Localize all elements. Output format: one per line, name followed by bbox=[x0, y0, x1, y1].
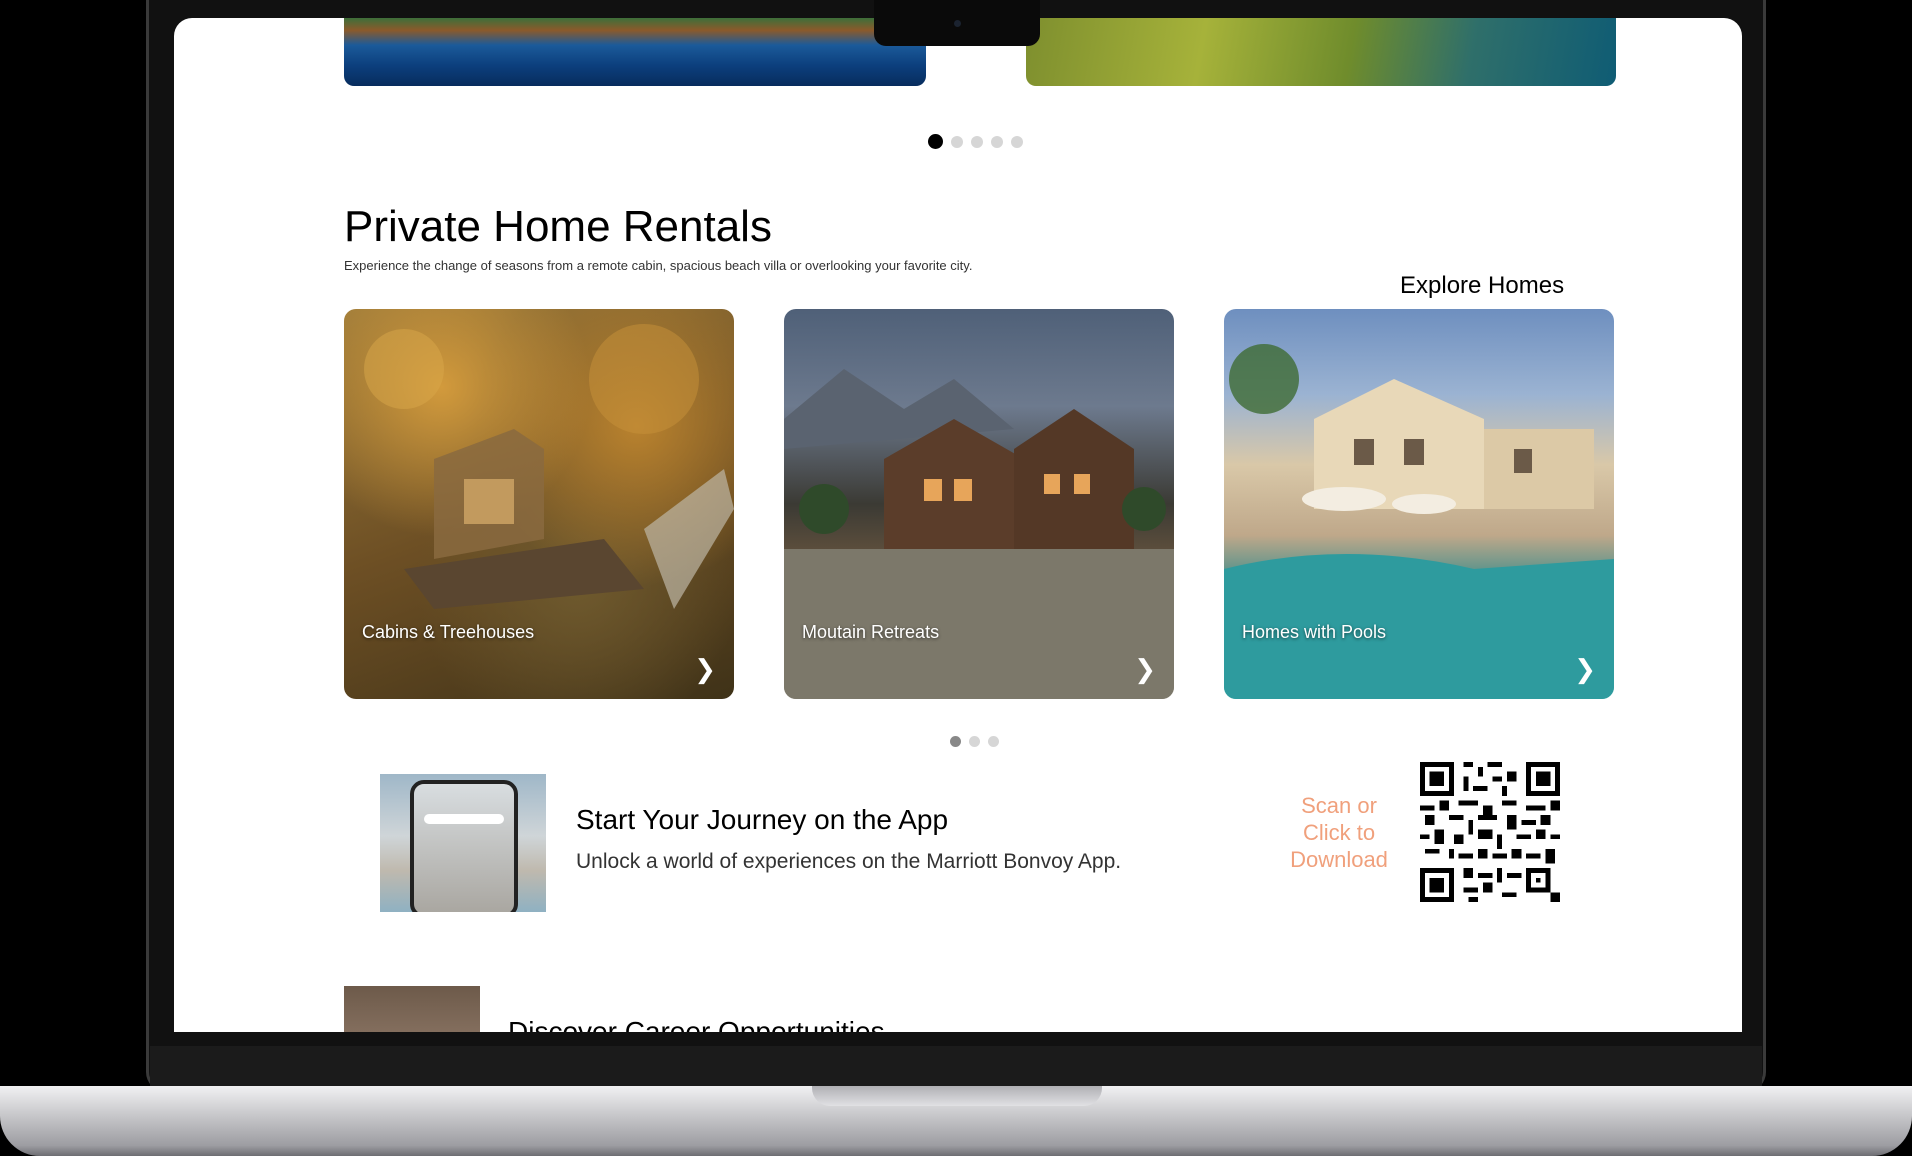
card-label: Cabins & Treehouses bbox=[362, 622, 535, 642]
career-image bbox=[344, 986, 480, 1032]
carousel-dot[interactable] bbox=[991, 135, 1003, 148]
rental-card-mountain[interactable]: Moutain Retreats ❯ bbox=[784, 309, 1174, 699]
phone-mockup bbox=[410, 780, 518, 912]
chevron-right-icon: ❯ bbox=[1134, 654, 1156, 684]
section-subtitle: Experience the change of seasons from a … bbox=[344, 258, 973, 273]
carousel-dot[interactable] bbox=[951, 135, 963, 148]
rentals-carousel-dots bbox=[950, 736, 999, 747]
carousel-dot[interactable] bbox=[971, 135, 983, 148]
app-banner-title: Start Your Journey on the App bbox=[576, 804, 949, 835]
destination-image-lake[interactable] bbox=[344, 18, 926, 86]
section-title: Private Home Rentals bbox=[344, 202, 772, 251]
chevron-right-icon: ❯ bbox=[1574, 654, 1596, 684]
app-banner-subtitle: Unlock a world of experiences on the Mar… bbox=[576, 850, 1122, 873]
explore-homes-link[interactable]: Explore Homes bbox=[1400, 272, 1564, 300]
laptop-chin bbox=[150, 1046, 1762, 1088]
carousel-dot[interactable] bbox=[950, 736, 961, 747]
phone-search-bar bbox=[424, 814, 504, 824]
camera-icon bbox=[954, 20, 961, 27]
card-label: Homes with Pools bbox=[1242, 622, 1387, 642]
destination-image-coast[interactable] bbox=[1026, 18, 1616, 86]
carousel-dot[interactable] bbox=[988, 736, 999, 747]
qr-code-icon[interactable] bbox=[1420, 762, 1560, 902]
scan-download-link[interactable]: Scan or Click to Download bbox=[1284, 792, 1394, 873]
app-promo-image bbox=[380, 774, 546, 912]
carousel-dot[interactable] bbox=[928, 134, 943, 149]
carousel-dot[interactable] bbox=[969, 736, 980, 747]
top-carousel-dots bbox=[928, 134, 1023, 149]
card-label: Moutain Retreats bbox=[802, 622, 940, 642]
rental-card-cabins[interactable]: Cabins & Treehouses ❯ bbox=[344, 309, 734, 699]
carousel-dot[interactable] bbox=[1011, 135, 1023, 148]
career-title: Discover Career Opportunities bbox=[508, 1016, 885, 1032]
rental-card-pools[interactable]: Homes with Pools ❯ bbox=[1224, 309, 1614, 699]
laptop-opening-groove bbox=[812, 1086, 1102, 1106]
chevron-right-icon: ❯ bbox=[694, 654, 716, 684]
browser-viewport: Private Home Rentals Experience the chan… bbox=[174, 18, 1742, 1032]
